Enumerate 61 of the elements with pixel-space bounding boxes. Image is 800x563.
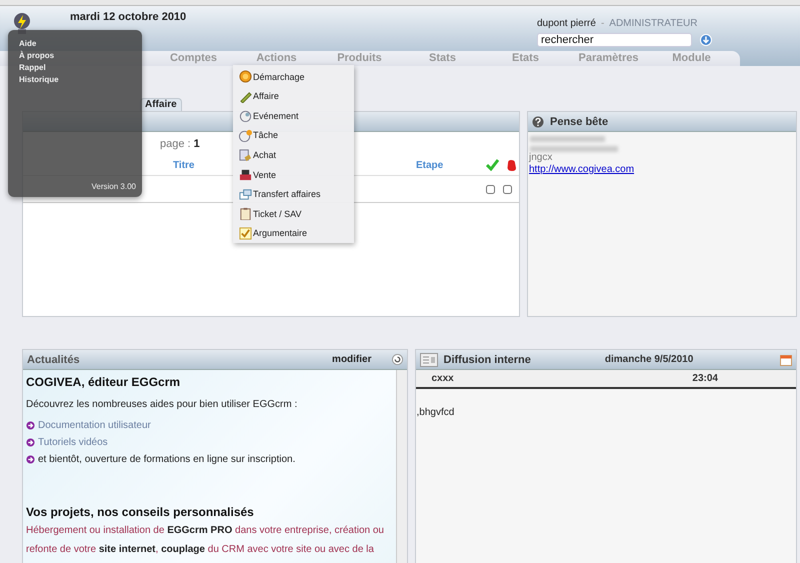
menu-item[interactable]: Evénement — [239, 106, 354, 126]
menu-item[interactable]: Affaire — [239, 86, 354, 106]
menu-item[interactable]: Transfert affaires — [239, 184, 354, 204]
news-item: et bientôt, ouverture de formations en ligne sur inscription. — [38, 454, 296, 465]
menu-item-icon — [239, 70, 252, 84]
panel-title: Diffusion interne — [444, 354, 531, 366]
cancel-checkbox[interactable] — [503, 184, 512, 194]
check-icon — [486, 159, 499, 171]
menu-item[interactable]: Aide — [19, 38, 142, 50]
user-role: ADMINISTRATEUR — [609, 18, 698, 29]
message-author: cxxx — [432, 373, 454, 386]
menu-item-icon — [239, 188, 252, 201]
menu-item[interactable]: Achat — [239, 145, 354, 165]
news-paragraph: Hébergement ou installation de EGGcrm PRO dans votre entreprise, création ou refonte de votre site internet, couplage du CRM avec votre site ou avec de la — [26, 524, 385, 557]
message-text: ,bhgvfcd — [416, 406, 456, 418]
panel-title: Actualités — [27, 354, 80, 366]
menu-item[interactable]: Argumentaire — [239, 224, 354, 244]
calendar-icon[interactable] — [780, 354, 792, 366]
news-heading: Vos projets, nos conseils personnalisés — [26, 505, 255, 519]
download-icon[interactable] — [700, 34, 712, 46]
website-link[interactable]: http://www.cogivea.com — [528, 164, 634, 175]
news-heading: COGIVEA, éditeur EGGcrm — [26, 375, 182, 389]
arrow-bullet-icon — [26, 455, 35, 464]
user-name: dupont pierré — [537, 18, 596, 29]
done-checkbox[interactable] — [486, 184, 495, 194]
menu-item-icon — [239, 207, 252, 220]
menu-item[interactable]: Démarchage — [239, 67, 354, 87]
current-date: mardi 12 octobre 2010 — [70, 11, 186, 23]
page-label: page : — [160, 138, 191, 152]
menu-item-icon — [239, 128, 252, 142]
menu-item-icon — [239, 226, 252, 240]
arrow-bullet-icon — [26, 421, 35, 430]
refresh-icon[interactable] — [392, 354, 402, 365]
menu-item-icon — [239, 148, 252, 162]
version-label: Version 3.00 — [92, 182, 136, 191]
edit-link[interactable]: modifier — [332, 354, 372, 365]
menu-item[interactable]: Ticket / SAV — [239, 204, 354, 224]
search-field[interactable]: rechercher — [537, 33, 692, 47]
menu-item[interactable]: Vente — [239, 164, 354, 184]
scrollbar[interactable] — [396, 370, 406, 563]
newspaper-icon — [420, 352, 438, 366]
note-text: jngcx — [528, 152, 554, 163]
message-date: dimanche 9/5/2010 — [604, 354, 694, 365]
menu-item[interactable]: Tâche — [239, 126, 354, 146]
message-time: 23:04 — [692, 373, 718, 386]
menu-item-icon — [239, 90, 252, 103]
news-link[interactable]: Documentation utilisateur — [38, 420, 151, 431]
column-header[interactable]: Etape — [416, 160, 486, 170]
panel-title: Pense bête — [550, 116, 608, 128]
help-icon — [532, 116, 544, 128]
arrow-bullet-icon — [26, 438, 35, 447]
menu-item-icon — [239, 109, 252, 122]
menu-item[interactable]: Historique — [19, 74, 142, 86]
menu-item[interactable]: Rappel — [19, 62, 142, 74]
page-number: 1 — [194, 138, 200, 152]
separator-text: - — [600, 18, 604, 29]
menu-item[interactable]: À propos — [19, 50, 142, 62]
news-intro: Découvrez les nombreuses aides pour bien utiliser EGGcrm : — [26, 399, 298, 410]
menu-item-icon — [239, 168, 252, 182]
news-link[interactable]: Tutoriels vidéos — [38, 437, 108, 448]
tab[interactable]: Affaire — [140, 98, 182, 111]
